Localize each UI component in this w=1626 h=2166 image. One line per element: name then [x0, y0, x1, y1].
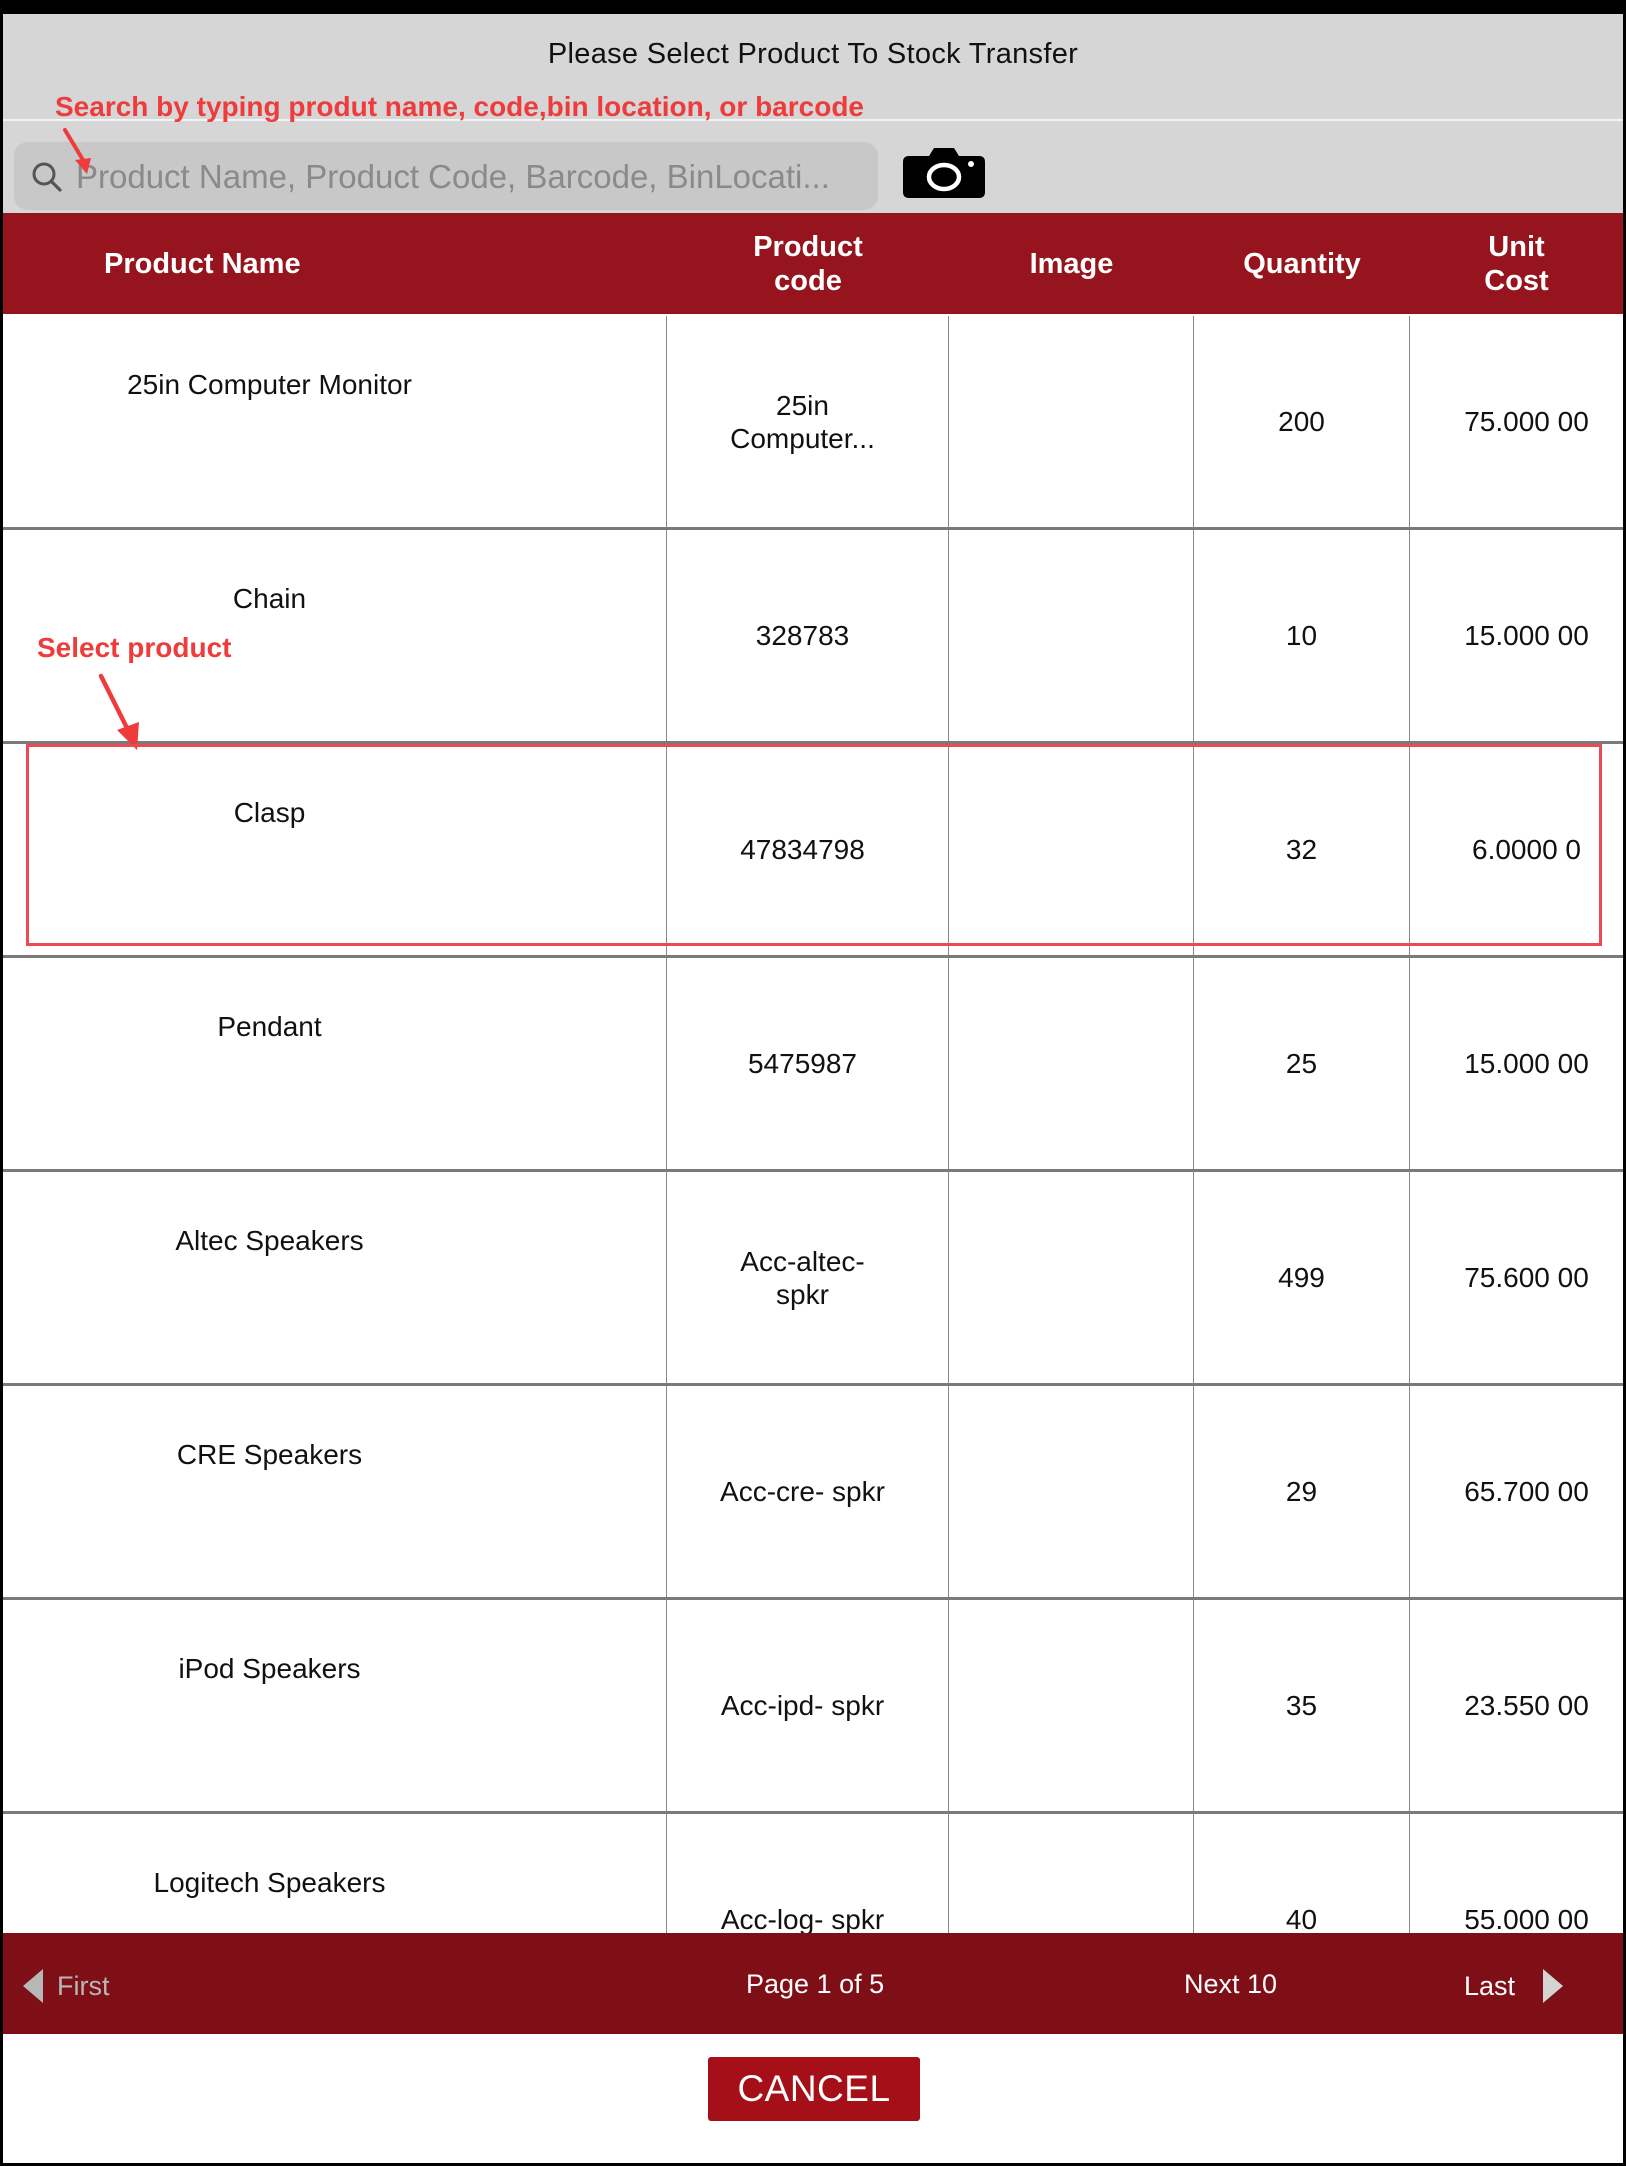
table-row[interactable]: Chain 328783 10 15.000 00 [3, 530, 1623, 744]
unit-cost-cell: 75.000 00 [1464, 406, 1589, 437]
next-10-button[interactable]: Next 10 [1184, 1969, 1277, 2000]
product-name-cell: Altec Speakers [3, 1172, 667, 1383]
product-name-cell: iPod Speakers [3, 1600, 667, 1811]
unit-cost-cell: 23.550 00 [1464, 1690, 1589, 1721]
quantity-cell: 35 [1194, 1600, 1410, 1811]
quantity-cell: 200 [1194, 316, 1410, 527]
product-code-cell: Acc-altec- spkr [667, 1172, 949, 1383]
first-page-button[interactable]: First [23, 1969, 109, 2003]
arrow-left-icon [23, 1969, 43, 2003]
table-header: Product Name Product code Image Quantity … [3, 213, 1623, 314]
camera-icon[interactable] [901, 146, 987, 200]
table-row[interactable]: Altec Speakers Acc-altec- spkr 499 75.60… [3, 1172, 1623, 1386]
product-image-cell [949, 316, 1194, 527]
first-page-label: First [57, 1970, 110, 2001]
unit-cost-cell: 15.000 00 [1464, 620, 1589, 651]
quantity-cell: 499 [1194, 1172, 1410, 1383]
search-hint-annotation: Search by typing produt name, code,bin l… [55, 91, 865, 122]
pagination-bar: First Page 1 of 5 Next 10 Last [3, 1933, 1623, 2034]
last-page-label: Last [1464, 1970, 1516, 2001]
last-page-button[interactable]: Last [1464, 1969, 1564, 2003]
select-product-arrow-icon [98, 673, 139, 750]
product-image-cell [949, 1600, 1194, 1811]
product-image-cell [949, 1386, 1194, 1597]
table-row[interactable]: Pendant 5475987 25 15.000 00 [3, 958, 1623, 1172]
column-header-unit-cost: Unit Cost [1484, 230, 1549, 297]
unit-cost-cell: 15.000 00 [1464, 1048, 1589, 1079]
product-name-cell: Clasp [3, 744, 667, 955]
page-indicator: Page 1 of 5 [746, 1969, 885, 1999]
quantity-cell: 10 [1194, 530, 1410, 741]
table-row[interactable]: Logitech Speakers Acc-log- spkr 40 55.00… [3, 1814, 1623, 1945]
product-list: 25in Computer Monitor 25in Computer... 2… [3, 316, 1623, 1945]
column-header-product-code: Product code [753, 230, 863, 297]
unit-cost-cell: 6.0000 0 [1472, 834, 1581, 865]
stock-transfer-dialog: Please Select Product To Stock Transfer … [3, 14, 1623, 2163]
product-code-cell: Acc-log- spkr [667, 1814, 949, 1945]
arrow-right-icon [1543, 1969, 1564, 2003]
column-header-quantity: Quantity [1243, 247, 1361, 280]
product-name-cell: 25in Computer Monitor [3, 316, 667, 527]
table-row[interactable]: iPod Speakers Acc-ipd- spkr 35 23.550 00 [3, 1600, 1623, 1814]
dialog-title: Please Select Product To Stock Transfer [547, 38, 1079, 70]
product-code-cell: Acc-cre- spkr [667, 1386, 949, 1597]
product-code-cell: 47834798 [667, 744, 949, 955]
product-name-cell: CRE Speakers [3, 1386, 667, 1597]
cancel-button[interactable]: CANCEL [708, 2057, 920, 2121]
search-icon [32, 162, 62, 192]
column-header-image: Image [1029, 247, 1114, 280]
product-code-cell: 25in Computer... [667, 316, 949, 527]
product-code-cell: 328783 [667, 530, 949, 741]
product-code-cell: Acc-ipd- spkr [667, 1600, 949, 1811]
product-image-cell [949, 530, 1194, 741]
table-row-selected[interactable]: Clasp 47834798 32 6.0000 0 [3, 744, 1623, 958]
product-name-cell: Logitech Speakers [3, 1814, 667, 1945]
quantity-cell: 29 [1194, 1386, 1410, 1597]
search-bar[interactable] [14, 142, 878, 212]
product-code-cell: 5475987 [667, 958, 949, 1169]
quantity-cell: 25 [1194, 958, 1410, 1169]
quantity-cell: 40 [1194, 1814, 1410, 1945]
product-image-cell [949, 744, 1194, 955]
table-row[interactable]: 25in Computer Monitor 25in Computer... 2… [3, 316, 1623, 530]
product-image-cell [949, 1814, 1194, 1945]
product-image-cell [949, 1172, 1194, 1383]
select-product-annotation: Select product [37, 632, 232, 663]
product-image-cell [949, 958, 1194, 1169]
search-hint-arrow-icon [63, 128, 91, 174]
column-header-product-name: Product Name [104, 247, 301, 280]
table-row[interactable]: CRE Speakers Acc-cre- spkr 29 65.700 00 [3, 1386, 1623, 1600]
unit-cost-cell: 65.700 00 [1464, 1476, 1589, 1507]
product-name-cell: Pendant [3, 958, 667, 1169]
search-input[interactable] [74, 142, 868, 212]
unit-cost-cell: 75.600 00 [1464, 1262, 1589, 1293]
unit-cost-cell: 55.000 00 [1464, 1904, 1589, 1935]
quantity-cell: 32 [1194, 744, 1410, 955]
